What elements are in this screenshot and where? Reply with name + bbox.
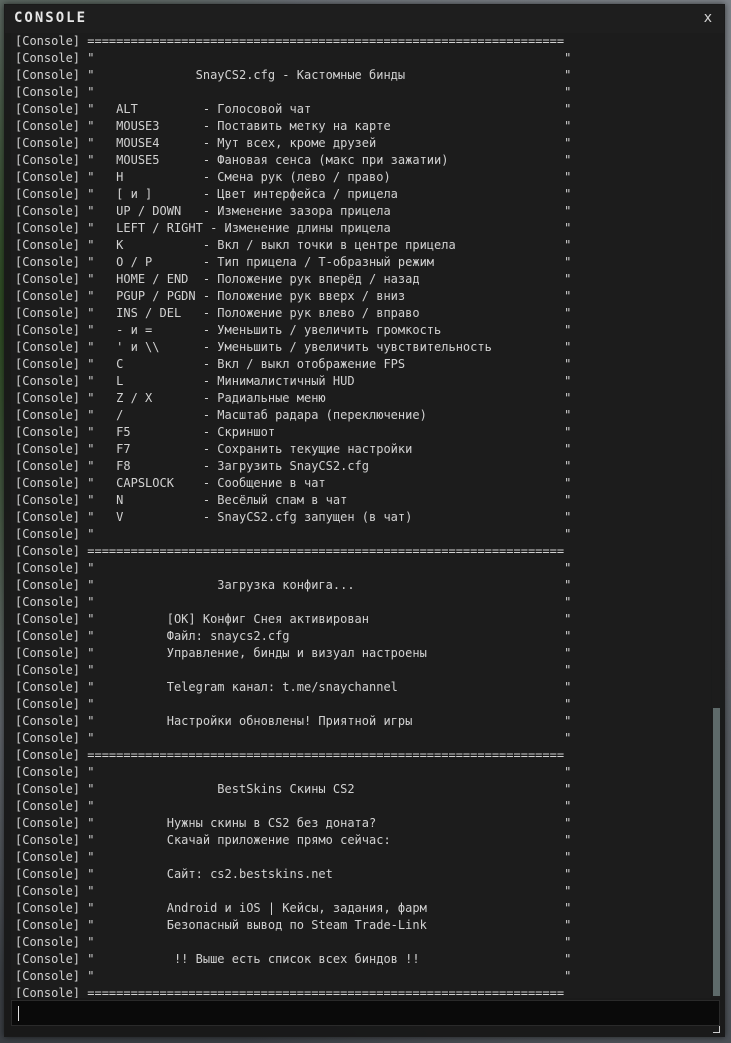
console-line: [Console] " Сайт: cs2.bestskins.net " [15,867,572,881]
console-line: [Console] " ALT - Голосовой чат " [15,102,572,116]
console-line: [Console] " " [15,969,572,983]
console-line: [Console] " MOUSE5 - Фановая сенса (макс… [15,153,572,167]
console-line: [Console] " !! Выше есть список всех бин… [15,952,572,966]
console-line: [Console] " Загрузка конфига... " [15,578,572,592]
resize-handle-icon[interactable] [713,1026,720,1033]
console-line: [Console] " L - Минималистичный HUD " [15,374,572,388]
console-line: [Console] " Управление, бинды и визуал н… [15,646,572,660]
console-line: [Console] " " [15,561,572,575]
console-line: [Console] " Скачай приложение прямо сейч… [15,833,572,847]
console-lines-list: [Console] ==============================… [15,33,571,998]
console-line: [Console] ==============================… [15,34,565,48]
console-line: [Console] " N - Весёлый спам в чат " [15,493,572,507]
console-line: [Console] " HOME / END - Положение рук в… [15,272,572,286]
console-line: [Console] " INS / DEL - Положение рук вл… [15,306,572,320]
console-line: [Console] " CAPSLOCK - Сообщение в чат " [15,476,572,490]
console-line: [Console] " MOUSE3 - Поставить метку на … [15,119,572,133]
console-line: [Console] " " [15,663,572,677]
console-line: [Console] " V - SnayCS2.cfg запущен (в ч… [15,510,572,524]
console-line: [Console] " " [15,595,572,609]
console-line: [Console] " F7 - Сохранить текущие настр… [15,442,572,456]
console-line: [Console] " MOUSE4 - Мут всех, кроме дру… [15,136,572,150]
console-line: [Console] " F8 - Загрузить SnayCS2.cfg " [15,459,572,473]
console-line: [Console] " Файл: snaycs2.cfg " [15,629,572,643]
scrollbar-thumb[interactable] [713,708,720,996]
console-line: [Console] " H - Смена рук (лево / право)… [15,170,572,184]
console-line: [Console] " SnayCS2.cfg - Кастомные бинд… [15,68,572,82]
scrollbar-track[interactable] [712,33,720,998]
console-line: [Console] " UP / DOWN - Изменение зазора… [15,204,572,218]
console-title: CONSOLE [14,10,88,26]
console-line: [Console] " [OK] Конфиг Снея активирован… [15,612,572,626]
console-line: [Console] " Настройки обновлены! Приятно… [15,714,572,728]
console-line: [Console] ==============================… [15,544,565,558]
command-input-bar[interactable] [11,1000,720,1026]
console-line: [Console] ==============================… [15,986,565,998]
console-line: [Console] " " [15,527,572,541]
text-caret [18,1006,19,1021]
console-line: [Console] " " [15,935,572,949]
console-line: [Console] " BestSkins Скины CS2 " [15,782,572,796]
console-line: [Console] " " [15,85,572,99]
console-line: [Console] " " [15,51,572,65]
console-line: [Console] " " [15,765,572,779]
console-window: CONSOLE x [Console] ====================… [4,4,725,1037]
console-line: [Console] " / - Масштаб радара (переключ… [15,408,572,422]
console-line: [Console] " PGUP / PGDN - Положение рук … [15,289,572,303]
console-line: [Console] " Z / X - Радиальные меню " [15,391,572,405]
console-line: [Console] " K - Вкл / выкл точки в центр… [15,238,572,252]
console-line: [Console] " O / P - Тип прицела / T-обра… [15,255,572,269]
console-line: [Console] " " [15,884,572,898]
console-line: [Console] " ' и \\ - Уменьшить / увеличи… [15,340,572,354]
console-line: [Console] " Нужны скины в CS2 без доната… [15,816,572,830]
console-line: [Console] " " [15,731,572,745]
console-line: [Console] " LEFT / RIGHT - Изменение дли… [15,221,572,235]
command-input[interactable] [12,1001,719,1025]
console-titlebar[interactable]: CONSOLE x [5,5,724,33]
console-line: [Console] " C - Вкл / выкл отображение F… [15,357,572,371]
console-line: [Console] " Android и iOS | Кейсы, задан… [15,901,572,915]
console-line: [Console] " - и = - Уменьшить / увеличит… [15,323,572,337]
console-line: [Console] " " [15,850,572,864]
console-line: [Console] " F5 - Скриншот " [15,425,572,439]
console-line: [Console] ==============================… [15,748,565,762]
close-icon[interactable]: x [704,10,712,26]
console-line: [Console] " Безопасный вывод по Steam Tr… [15,918,572,932]
console-line: [Console] " [ и ] - Цвет интерфейса / пр… [15,187,572,201]
console-line: [Console] " " [15,697,572,711]
console-output: [Console] ==============================… [11,33,711,998]
console-line: [Console] " " [15,799,572,813]
console-line: [Console] " Telegram канал: t.me/snaycha… [15,680,572,694]
